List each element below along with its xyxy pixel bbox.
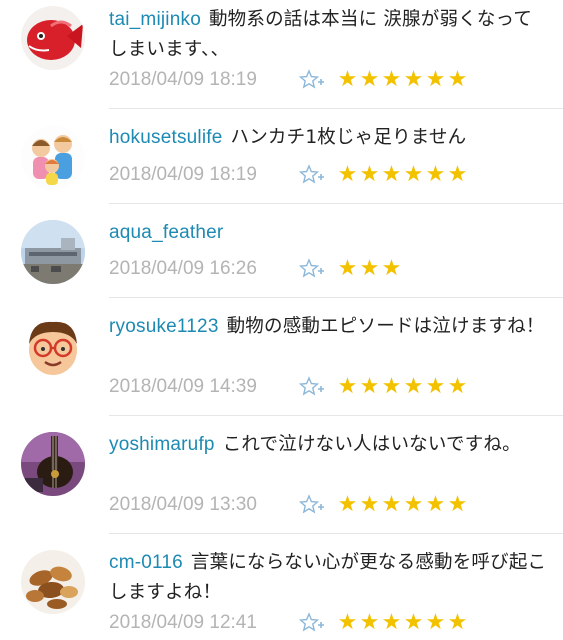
username-link[interactable]: ryosuke1123 <box>109 316 219 337</box>
comment-meta: 2018/04/09 14:39 ★ ★ ★ ★ ★ ★ <box>109 373 468 401</box>
comment-text: hokusetsulife ハンカチ1枚じゃ足りません <box>109 123 549 153</box>
rating-star-icon: ★ <box>447 492 468 517</box>
rating-star-icon: ★ <box>359 162 380 187</box>
rating-star-icon: ★ <box>425 492 446 517</box>
divider <box>109 203 563 204</box>
rating-star-icon: ★ <box>337 610 358 635</box>
rating-stars: ★ ★ ★ ★ ★ ★ <box>337 493 468 517</box>
divider <box>109 108 563 109</box>
rating-stars: ★ ★ ★ ★ ★ ★ <box>337 611 468 635</box>
rating-star-icon: ★ <box>381 67 402 92</box>
rating-star-icon: ★ <box>403 492 424 517</box>
username-link[interactable]: tai_mijinko <box>109 9 201 30</box>
timestamp: 2018/04/09 13:30 <box>109 494 257 515</box>
rating-star-icon: ★ <box>359 610 380 635</box>
rating-star-icon: ★ <box>425 374 446 399</box>
comment-text: aqua_feather <box>109 218 549 248</box>
rating-star-icon: ★ <box>337 492 358 517</box>
star-plus-icon[interactable] <box>299 164 325 186</box>
star-plus-icon[interactable] <box>299 69 325 91</box>
rating-star-icon: ★ <box>403 162 424 187</box>
comment-text: cm-0116 言葉にならない心が更なる感動を呼び起こしますよね！ <box>109 548 549 608</box>
rating-star-icon: ★ <box>447 162 468 187</box>
rating-star-icon: ★ <box>359 374 380 399</box>
rating-star-icon: ★ <box>403 610 424 635</box>
guitar-photo-avatar-icon[interactable] <box>21 432 85 496</box>
divider <box>109 533 563 534</box>
rating-stars: ★ ★ ★ ★ ★ ★ <box>337 68 468 92</box>
timestamp: 2018/04/09 18:19 <box>109 164 257 185</box>
timestamp: 2018/04/09 18:19 <box>109 69 257 90</box>
comment-meta: 2018/04/09 16:26 ★ ★ ★ <box>109 255 402 283</box>
rating-star-icon: ★ <box>337 67 358 92</box>
comment-meta: 2018/04/09 18:19 ★ ★ ★ ★ ★ ★ <box>109 66 468 94</box>
rating-star-icon: ★ <box>359 67 380 92</box>
comment-message: 動物の感動エピソードは泣けますね！ <box>226 316 545 337</box>
rating-star-icon: ★ <box>359 492 380 517</box>
comment-meta: 2018/04/09 12:41 ★ ★ ★ ★ ★ ★ <box>109 609 468 637</box>
rating-star-icon: ★ <box>337 256 358 281</box>
rating-star-icon: ★ <box>381 256 402 281</box>
rating-star-icon: ★ <box>447 67 468 92</box>
rating-star-icon: ★ <box>337 162 358 187</box>
timestamp: 2018/04/09 14:39 <box>109 376 257 397</box>
rating-star-icon: ★ <box>381 492 402 517</box>
comment-meta: 2018/04/09 13:30 ★ ★ ★ ★ ★ ★ <box>109 491 468 519</box>
rating-star-icon: ★ <box>337 374 358 399</box>
star-plus-icon[interactable] <box>299 376 325 398</box>
comment-text: ryosuke1123 動物の感動エピソードは泣けますね！ <box>109 312 549 342</box>
divider <box>109 415 563 416</box>
rating-star-icon: ★ <box>425 162 446 187</box>
star-plus-icon[interactable] <box>299 612 325 634</box>
comment-meta: 2018/04/09 18:19 ★ ★ ★ ★ ★ ★ <box>109 161 468 189</box>
rating-stars: ★ ★ ★ <box>337 257 402 281</box>
rating-star-icon: ★ <box>381 374 402 399</box>
rating-star-icon: ★ <box>447 374 468 399</box>
username-link[interactable]: hokusetsulife <box>109 127 223 148</box>
rating-stars: ★ ★ ★ ★ ★ ★ <box>337 163 468 187</box>
rating-star-icon: ★ <box>381 610 402 635</box>
timestamp: 2018/04/09 16:26 <box>109 258 257 279</box>
star-plus-icon[interactable] <box>299 494 325 516</box>
rating-stars: ★ ★ ★ ★ ★ ★ <box>337 375 468 399</box>
family-illustration-avatar-icon[interactable] <box>21 126 85 190</box>
rating-star-icon: ★ <box>425 610 446 635</box>
username-link[interactable]: cm-0116 <box>109 552 183 573</box>
timestamp: 2018/04/09 12:41 <box>109 612 257 633</box>
red-fish-avatar-icon[interactable] <box>21 6 85 70</box>
comment-text: yoshimarufp これで泣けない人はいないですね。 <box>109 430 549 460</box>
rating-star-icon: ★ <box>381 162 402 187</box>
rating-star-icon: ★ <box>403 67 424 92</box>
comment-message: ハンカチ1枚じゃ足りません <box>230 127 467 148</box>
divider <box>109 297 563 298</box>
username-link[interactable]: aqua_feather <box>109 222 223 243</box>
rating-star-icon: ★ <box>425 67 446 92</box>
rating-star-icon: ★ <box>359 256 380 281</box>
comment-message: これで泣けない人はいないですね。 <box>222 434 521 455</box>
star-plus-icon[interactable] <box>299 258 325 280</box>
rating-star-icon: ★ <box>447 610 468 635</box>
rating-star-icon: ★ <box>403 374 424 399</box>
nuts-photo-avatar-icon[interactable] <box>21 550 85 614</box>
username-link[interactable]: yoshimarufp <box>109 434 215 455</box>
building-photo-avatar-icon[interactable] <box>21 220 85 284</box>
glasses-face-avatar-icon[interactable] <box>21 314 85 378</box>
comment-text: tai_mijinko 動物系の話は本当に 涙腺が弱くなってしまいます、、 <box>109 5 549 65</box>
